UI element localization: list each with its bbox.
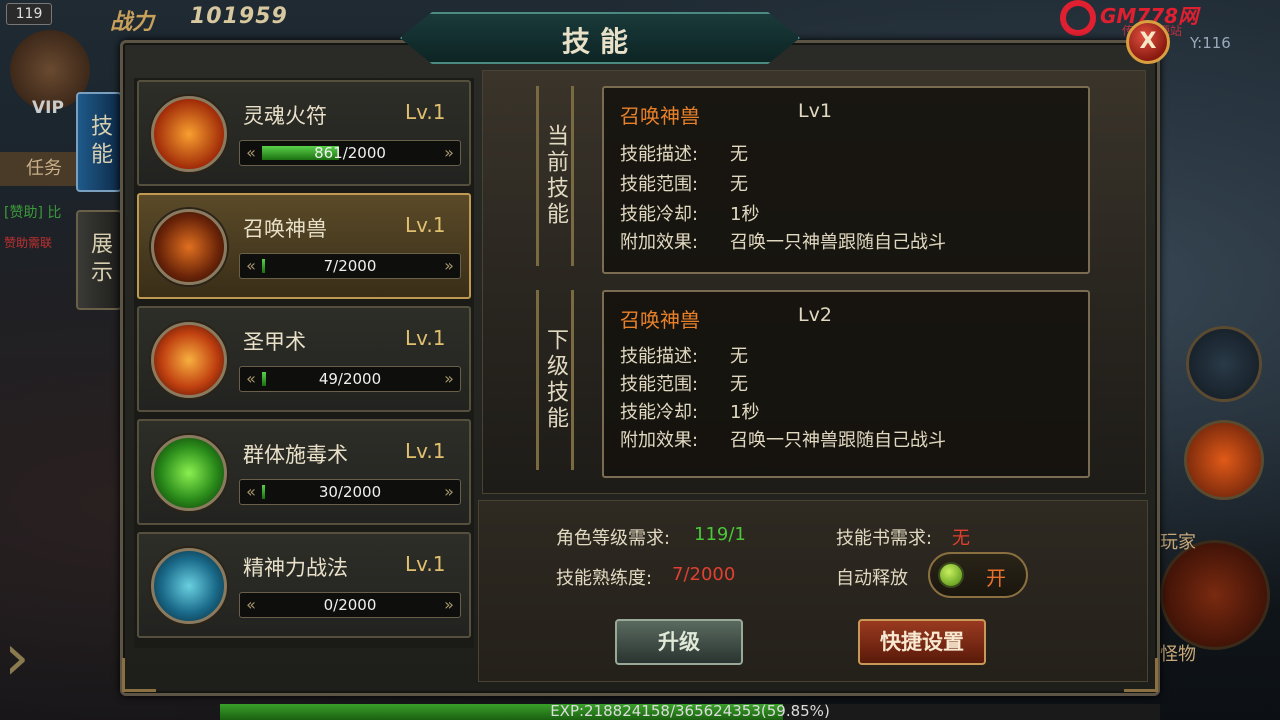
tab-display[interactable]: 展示	[76, 210, 122, 310]
desc-value: 无	[730, 346, 748, 367]
cooldown-label: 技能冷却:	[620, 402, 699, 423]
skill-level: Lv.1	[405, 552, 446, 576]
toggle-state: 开	[986, 566, 1006, 590]
skill-item-summon-beast[interactable]: 召唤神兽 Lv.1 « 7/2000 »	[137, 193, 471, 299]
player-level-badge: 119	[6, 3, 52, 25]
skill-book-value: 无	[952, 528, 970, 549]
auto-cast-label: 自动释放	[836, 568, 908, 589]
cooldown-value: 1秒	[730, 402, 760, 423]
progress-text: 30/2000	[318, 483, 382, 501]
current-skill-info: 召唤神兽 Lv1 技能描述: 无 技能范围: 无 技能冷却: 1秒 附加效果: …	[602, 86, 1090, 274]
role-level-value: 119/1	[694, 524, 746, 545]
next-skill-title: 召唤神兽	[620, 308, 700, 332]
player-mode-label[interactable]: 玩家	[1160, 528, 1196, 554]
effect-value: 召唤一只神兽跟随自己战斗	[730, 232, 946, 253]
skill-name: 精神力战法	[243, 556, 348, 580]
corner-ornament-icon	[122, 658, 156, 692]
close-button[interactable]: X	[1126, 20, 1170, 64]
range-value: 无	[730, 174, 748, 195]
skill-level: Lv.1	[405, 326, 446, 350]
monster-mode-label[interactable]: 怪物	[1160, 640, 1196, 666]
current-skill-title: 召唤神兽	[620, 104, 700, 128]
next-skill-info: 召唤神兽 Lv2 技能描述: 无 技能范围: 无 技能冷却: 1秒 附加效果: …	[602, 290, 1090, 478]
summon-beast-icon	[151, 209, 227, 285]
tab-skills[interactable]: 技能	[76, 92, 122, 192]
skill-name: 召唤神兽	[243, 217, 327, 241]
progress-text: 49/2000	[318, 370, 382, 388]
progress-cap-right-icon: »	[444, 256, 454, 275]
skill-name: 群体施毒术	[243, 443, 348, 467]
desc-label: 技能描述:	[620, 346, 699, 367]
quick-set-button[interactable]: 快捷设置	[858, 619, 986, 665]
role-level-label: 角色等级需求:	[556, 528, 671, 549]
current-skill-level: Lv1	[798, 100, 832, 122]
proficiency-value: 7/2000	[672, 564, 736, 585]
skill-progress: « 0/2000 »	[239, 592, 461, 618]
effect-label: 附加效果:	[620, 430, 699, 451]
skill-item-spirit-warfare[interactable]: 精神力战法 Lv.1 « 0/2000 »	[137, 532, 471, 638]
auto-cast-toggle[interactable]: 开	[928, 552, 1028, 598]
task-button[interactable]: 任务	[0, 152, 78, 186]
next-skill-label: 下级技能	[536, 290, 574, 470]
logo-g-icon	[1060, 0, 1096, 36]
skill-item-soul-fire[interactable]: 灵魂火符 Lv.1 « 861/2000 »	[137, 80, 471, 186]
holy-armor-icon	[151, 322, 227, 398]
power-label: 战力	[110, 9, 155, 35]
help-text: [赞助] 比	[4, 205, 62, 221]
progress-cap-right-icon: »	[444, 595, 454, 614]
range-value: 无	[730, 374, 748, 395]
range-label: 技能范围:	[620, 174, 699, 195]
effect-label: 附加效果:	[620, 232, 699, 253]
skill-progress: « 861/2000 »	[239, 140, 461, 166]
skill-name: 圣甲术	[243, 330, 306, 354]
panel-title: 技能	[561, 25, 638, 58]
cooldown-label: 技能冷却:	[620, 204, 699, 225]
skill-book-label: 技能书需求:	[836, 528, 933, 549]
progress-cap-right-icon: »	[444, 482, 454, 501]
group-poison-icon	[151, 435, 227, 511]
skill-slot-empty[interactable]	[1186, 326, 1262, 402]
spirit-warfare-icon	[151, 548, 227, 624]
desc-value: 无	[730, 144, 748, 165]
current-skill-label: 当前技能	[536, 86, 574, 266]
coordinate-readout: Y:116	[1190, 34, 1231, 52]
skill-level: Lv.1	[405, 439, 446, 463]
fire-talisman-icon	[151, 96, 227, 172]
skill-item-holy-armor[interactable]: 圣甲术 Lv.1 « 49/2000 »	[137, 306, 471, 412]
progress-text: 7/2000	[323, 257, 377, 275]
skill-progress: « 49/2000 »	[239, 366, 461, 392]
progress-text: 0/2000	[323, 596, 377, 614]
range-label: 技能范围:	[620, 374, 699, 395]
attack-button[interactable]	[1160, 540, 1270, 650]
progress-cap-right-icon: »	[444, 369, 454, 388]
chevron-right-icon[interactable]: ›	[4, 618, 52, 698]
help-text-secondary: 赞助需联	[4, 236, 53, 250]
desc-label: 技能描述:	[620, 144, 699, 165]
upgrade-button[interactable]: 升级	[615, 619, 743, 665]
skill-list: 灵魂火符 Lv.1 « 861/2000 » 召唤神兽 Lv.1 « 7/200…	[134, 78, 474, 648]
skill-level: Lv.1	[405, 100, 446, 124]
skill-name: 灵魂火符	[243, 104, 327, 128]
toggle-knob-icon	[938, 562, 964, 588]
vip-label[interactable]: VIP	[32, 98, 64, 118]
progress-cap-right-icon: »	[444, 143, 454, 162]
skill-progress: « 7/2000 »	[239, 253, 461, 279]
skill-progress: « 30/2000 »	[239, 479, 461, 505]
exp-text: EXP:218824158/365624353(59.85%)	[550, 702, 830, 720]
power-value: 101959	[190, 4, 288, 29]
effect-value: 召唤一只神兽跟随自己战斗	[730, 430, 946, 451]
cooldown-value: 1秒	[730, 204, 760, 225]
corner-ornament-icon	[1124, 658, 1158, 692]
skill-item-group-poison[interactable]: 群体施毒术 Lv.1 « 30/2000 »	[137, 419, 471, 525]
next-skill-level: Lv2	[798, 304, 832, 326]
exp-bar: EXP:218824158/365624353(59.85%)	[220, 702, 1160, 720]
progress-text: 861/2000	[314, 144, 386, 162]
proficiency-label: 技能熟练度:	[556, 568, 653, 589]
skill-level: Lv.1	[405, 213, 446, 237]
skill-slot-fire-talisman[interactable]	[1184, 420, 1264, 500]
